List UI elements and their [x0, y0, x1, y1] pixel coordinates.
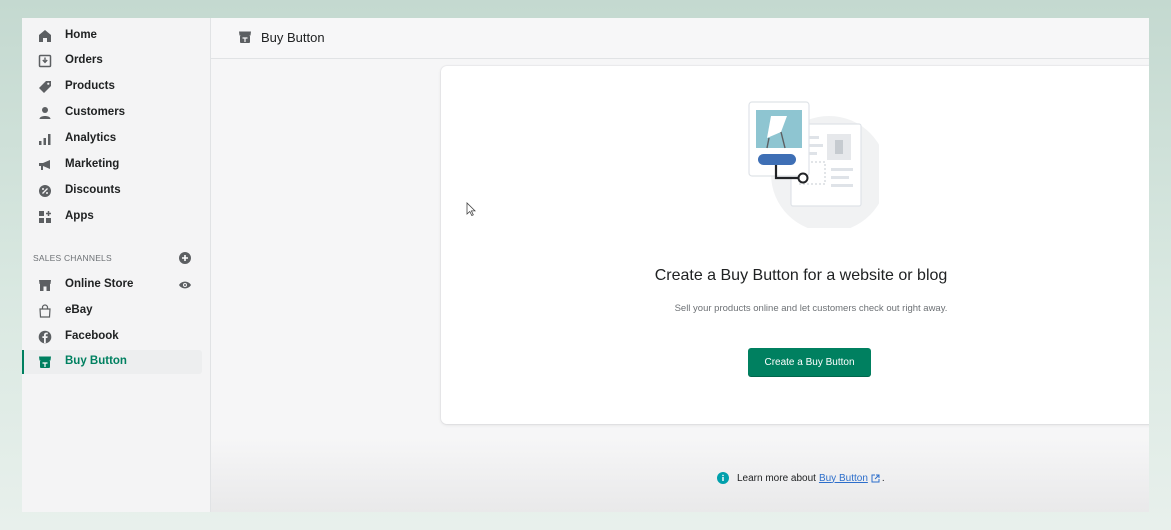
sidebar-item-label: Orders [65, 54, 103, 66]
sidebar-item-label: eBay [65, 304, 93, 316]
mouse-cursor-icon [466, 202, 476, 216]
bar-chart-icon [37, 131, 53, 147]
sidebar-item-label: Products [65, 80, 115, 92]
sidebar-item-label: Online Store [65, 278, 134, 290]
sidebar-item-ebay[interactable]: eBay [22, 299, 202, 323]
footer-area [211, 438, 1149, 512]
buy-button-illustration [748, 101, 879, 228]
sidebar-item-label: Home [65, 29, 97, 41]
sidebar-item-marketing[interactable]: Marketing [22, 153, 202, 177]
sales-channels-heading: SALES CHANNELS [33, 253, 112, 263]
admin-screen: Home Orders Products Customers Analytics [22, 18, 1149, 512]
create-buy-button[interactable]: Create a Buy Button [748, 348, 871, 377]
sidebar-item-analytics[interactable]: Analytics [22, 127, 202, 151]
person-icon [37, 105, 53, 121]
sidebar-item-label: Discounts [65, 184, 121, 196]
sidebar-item-label: Marketing [65, 158, 120, 170]
megaphone-icon [37, 157, 53, 173]
sidebar-item-online-store[interactable]: Online Store [22, 273, 202, 297]
tag-icon [37, 79, 53, 95]
sidebar-item-discounts[interactable]: Discounts [22, 179, 202, 203]
add-sales-channel-icon[interactable] [178, 251, 192, 265]
learn-more-text: Learn more about [737, 472, 816, 484]
external-link-icon [871, 474, 880, 482]
orders-icon [37, 53, 53, 69]
active-indicator [22, 350, 24, 374]
sidebar-item-label: Customers [65, 106, 126, 118]
discount-icon [37, 183, 53, 199]
learn-more-footer: Learn more about Buy Button . [717, 472, 885, 484]
sidebar-item-orders[interactable]: Orders [22, 49, 202, 73]
sidebar-item-buy-button[interactable]: Buy Button [22, 350, 202, 374]
sidebar-item-label: Buy Button [65, 355, 127, 367]
empty-state-description: Sell your products online and let custom… [674, 303, 948, 314]
buy-button-icon [37, 354, 53, 370]
sidebar-item-label: Analytics [65, 132, 117, 144]
sidebar-item-home[interactable]: Home [22, 24, 202, 48]
sidebar-item-label: Facebook [65, 330, 119, 342]
apps-icon [37, 209, 53, 225]
sidebar-item-apps[interactable]: Apps [22, 205, 202, 229]
eye-icon[interactable] [178, 278, 192, 292]
empty-state-title: Create a Buy Button for a website or blo… [654, 267, 948, 284]
info-icon [717, 472, 729, 484]
home-icon [37, 28, 53, 44]
facebook-icon [37, 329, 53, 345]
shopping-bag-icon [37, 303, 53, 319]
page-title: Buy Button [261, 30, 325, 45]
store-icon [37, 277, 53, 293]
sidebar-item-customers[interactable]: Customers [22, 101, 202, 125]
page-header: Buy Button [211, 18, 1149, 59]
buy-button-icon [238, 30, 252, 44]
sidebar-item-label: Apps [65, 210, 94, 222]
empty-state-card: Create a Buy Button for a website or blo… [441, 66, 1149, 424]
sidebar-item-products[interactable]: Products [22, 75, 202, 99]
sidebar: Home Orders Products Customers Analytics [22, 18, 211, 512]
buy-button-help-link[interactable]: Buy Button [819, 473, 868, 484]
sidebar-item-facebook[interactable]: Facebook [22, 325, 202, 349]
footer-period: . [881, 472, 885, 484]
